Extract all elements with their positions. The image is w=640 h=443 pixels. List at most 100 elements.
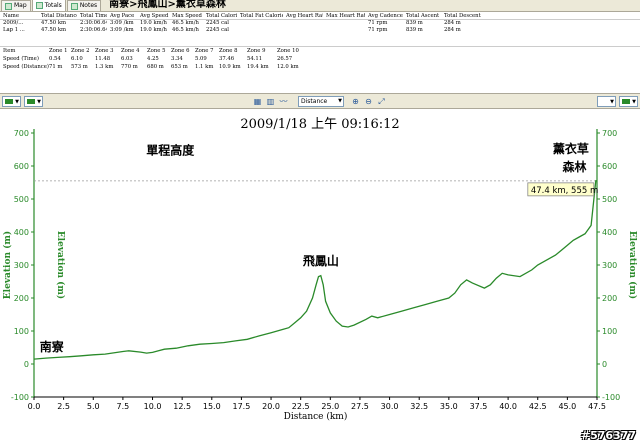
table-cell: 47.50 km [41, 27, 67, 33]
tab-totals[interactable]: Totals [31, 0, 66, 11]
table-cell: Avg Pace [110, 13, 135, 19]
tab-notes[interactable]: Notes [66, 0, 102, 11]
color-swatch [5, 99, 13, 104]
table-cell: Total Descent [444, 13, 481, 19]
right-axis-color-select[interactable]: ▼ [597, 96, 616, 107]
chevron-down-icon: ▼ [338, 98, 342, 104]
table-cell: Zone 1 [49, 48, 68, 54]
table-cell: Zone 4 [121, 48, 140, 54]
table-cell: 2245 cal [206, 20, 229, 26]
table-cell: Total Time [80, 13, 107, 19]
table-cell [283, 27, 323, 34]
x-tick-label: 35.0 [440, 402, 458, 411]
tab-map[interactable]: Map [1, 0, 31, 11]
table-cell: 2245 cal [206, 27, 229, 33]
table-cell: 0.54 [49, 56, 61, 62]
table-cell: 6.10 [71, 56, 83, 62]
notes-icon [70, 2, 78, 10]
y-tick-label: 300 [14, 261, 29, 270]
grid-view-icon[interactable]: ▦ [252, 96, 263, 107]
right-series-color-select[interactable]: ▼ [24, 96, 43, 107]
table-cell: 839 m [406, 20, 423, 26]
table-cell: Zone 3 [95, 48, 114, 54]
table-cell: 1.3 km [95, 64, 114, 70]
chart-annotation: 飛鳳山 [302, 253, 339, 268]
totals-icon [35, 2, 43, 9]
zoom-out-icon[interactable]: ⊖ [363, 96, 374, 107]
table-cell: 71 rpm [368, 27, 388, 33]
chevron-down-icon: ▼ [15, 99, 19, 105]
zones-table: Item Zone 1 Zone 2 Zone 3 Zone 4 Zone 5 Zone 6… [0, 46, 640, 71]
table-cell: Total Fat Calories [240, 13, 283, 19]
table-cell: Zone 10 [277, 48, 299, 54]
line-chart-icon[interactable]: 〰 [278, 96, 289, 107]
table-header[interactable]: Name Total Distance Total Time Avg Pace Avg … [0, 13, 640, 20]
tab-map-label: Map [14, 2, 27, 9]
table-cell: 680 m [147, 64, 164, 70]
y-tick-label-right: 100 [602, 327, 617, 336]
table-cell: 3:09 /km [110, 20, 134, 26]
table-cell: 3:09 /km [110, 27, 134, 33]
table-cell: 37.46 [219, 56, 235, 62]
zoom-fit-icon[interactable]: ⤢ [376, 96, 387, 107]
table-cell: Name [3, 13, 19, 19]
y-tick-label: 700 [14, 129, 29, 138]
table-cell: 284 m [444, 20, 461, 26]
table-row[interactable]: Lap 1 ... 47.50 km 2:30:06.64 3:09 /km 19.0 … [0, 27, 640, 34]
x-tick-label: 7.5 [117, 402, 130, 411]
table-cell: Speed (Distance) [3, 64, 49, 70]
table-cell: Zone 6 [171, 48, 190, 54]
table-row: Speed (Distance) 71 m 573 m 1.3 km 770 m 680 … [0, 63, 640, 71]
y-tick-label: 200 [14, 294, 29, 303]
table-row[interactable]: 2009/... 47.50 km 2:30:06.64 3:09 /km 19.0 k… [0, 20, 640, 27]
y-tick-label: 100 [14, 327, 29, 336]
table-cell [237, 20, 283, 27]
table-cell: 2:30:06.64 [80, 20, 107, 26]
table-cell: 573 m [71, 64, 88, 70]
table-cell: 19.0 km/h [140, 27, 167, 33]
table-cell: 46.5 km/h [172, 27, 199, 33]
color-swatch [622, 99, 630, 104]
table-cell: Speed (Time) [3, 56, 39, 62]
left-series-color-select[interactable]: ▼ [2, 96, 21, 107]
y-tick-label-right: 700 [602, 129, 617, 138]
chart-annotation: 森林 [562, 159, 586, 174]
table-cell: 770 m [121, 64, 138, 70]
tab-totals-label: Totals [44, 1, 62, 9]
x-tick-label: 0.0 [28, 402, 41, 411]
zoom-in-icon[interactable]: ⊕ [350, 96, 361, 107]
table-cell [283, 20, 323, 27]
x-tick-label: 45.0 [558, 402, 576, 411]
y-tick-label: 500 [14, 195, 29, 204]
chart-annotation: 單程高度 [146, 142, 195, 157]
chart-annotation: 南寮 [40, 339, 65, 354]
table-cell: Total Ascent [406, 13, 440, 19]
elevation-series-line [33, 180, 597, 360]
chart-title: 2009/1/18 上午 09:16:12 [240, 117, 399, 132]
x-tick-label: 32.5 [410, 402, 428, 411]
table-cell: Item [3, 48, 16, 54]
table-cell: Total Distance [41, 13, 77, 19]
chevron-down-icon: ▼ [37, 99, 41, 105]
table-cell: 284 m [444, 27, 461, 33]
x-tick-label: 17.5 [233, 402, 251, 411]
split-view-icon[interactable]: ▥ [265, 96, 276, 107]
x-axis-select[interactable]: Distance ▼ [298, 96, 344, 107]
table-cell: 12.0 km [277, 64, 299, 70]
right-axis-series-select[interactable]: ▼ [619, 96, 638, 107]
x-tick-label: 2.5 [57, 402, 70, 411]
table-cell: 653 m [171, 64, 188, 70]
tab-notes-label: Notes [79, 2, 98, 9]
tab-bar: Map Totals Notes 南寮>飛鳳山>薰衣草森林 [0, 0, 640, 12]
table-cell: 6.03 [121, 56, 133, 62]
table-cell: Zone 5 [147, 48, 166, 54]
table-cell: Zone 7 [195, 48, 214, 54]
y-axis-label-right: Elevation (m) [627, 231, 638, 299]
table-cell: 5.09 [195, 56, 207, 62]
table-cell: Max Speed [172, 13, 202, 19]
x-axis-label: Distance (km) [284, 411, 348, 422]
table-cell: Zone 8 [219, 48, 238, 54]
table-cell: 46.5 km/h [172, 20, 199, 26]
table-cell: 2:30:06.64 [80, 27, 107, 33]
table-cell: 11.48 [95, 56, 111, 62]
